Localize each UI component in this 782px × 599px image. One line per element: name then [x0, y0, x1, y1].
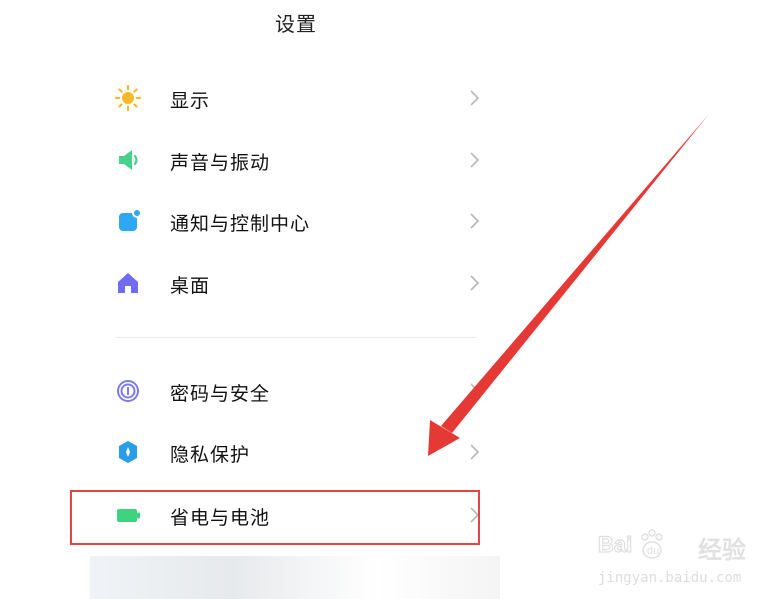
svg-text:du: du	[647, 545, 659, 557]
settings-item-label: 桌面	[170, 275, 211, 297]
settings-item-label: 通知与控制中心	[170, 213, 311, 235]
settings-screen: 设置 显示 声音与振动 通知与控制中心 桌面 密码与安全 隐私保护 省电与电池	[0, 0, 782, 599]
chevron-right-icon	[470, 90, 480, 106]
settings-item-sound[interactable]: 声音与振动	[112, 140, 484, 184]
chevron-right-icon	[470, 275, 480, 291]
next-item-blur	[90, 556, 500, 599]
settings-item-label: 显示	[170, 90, 211, 112]
chevron-right-icon	[470, 444, 480, 460]
baidu-paw-logo-icon: Bai du	[598, 529, 663, 559]
page-title: 设置	[275, 12, 317, 36]
settings-item-label: 省电与电池	[170, 507, 271, 529]
settings-item-battery[interactable]: 省电与电池	[112, 495, 484, 539]
settings-item-display[interactable]: 显示	[112, 78, 484, 122]
home-icon	[118, 273, 138, 293]
watermark-url: jingyan.baidu.com	[598, 570, 742, 586]
settings-item-label: 密码与安全	[170, 383, 271, 405]
settings-item-privacy[interactable]: 隐私保护	[112, 432, 484, 476]
baidu-jingyan-watermark: Bai du 经验 jingyan.baidu.com	[594, 516, 774, 596]
chevron-right-icon	[470, 213, 480, 229]
watermark-brand: 经验	[698, 536, 746, 564]
sun-icon	[114, 84, 142, 112]
settings-item-label: 声音与振动	[170, 152, 271, 174]
svg-text:Bai: Bai	[598, 532, 632, 557]
speaker-icon	[119, 150, 138, 170]
fingerprint-icon	[117, 380, 139, 402]
chevron-right-icon	[470, 383, 480, 399]
chevron-right-icon	[470, 152, 480, 168]
chevron-right-icon	[470, 507, 480, 523]
notification-icon	[119, 208, 142, 231]
settings-item-notifications[interactable]: 通知与控制中心	[112, 201, 484, 245]
section-divider	[116, 337, 476, 338]
settings-item-desktop[interactable]: 桌面	[112, 263, 484, 307]
privacy-shield-icon	[119, 441, 137, 463]
settings-item-label: 隐私保护	[170, 444, 251, 466]
battery-icon	[117, 509, 140, 522]
settings-item-password-security[interactable]: 密码与安全	[112, 371, 484, 415]
